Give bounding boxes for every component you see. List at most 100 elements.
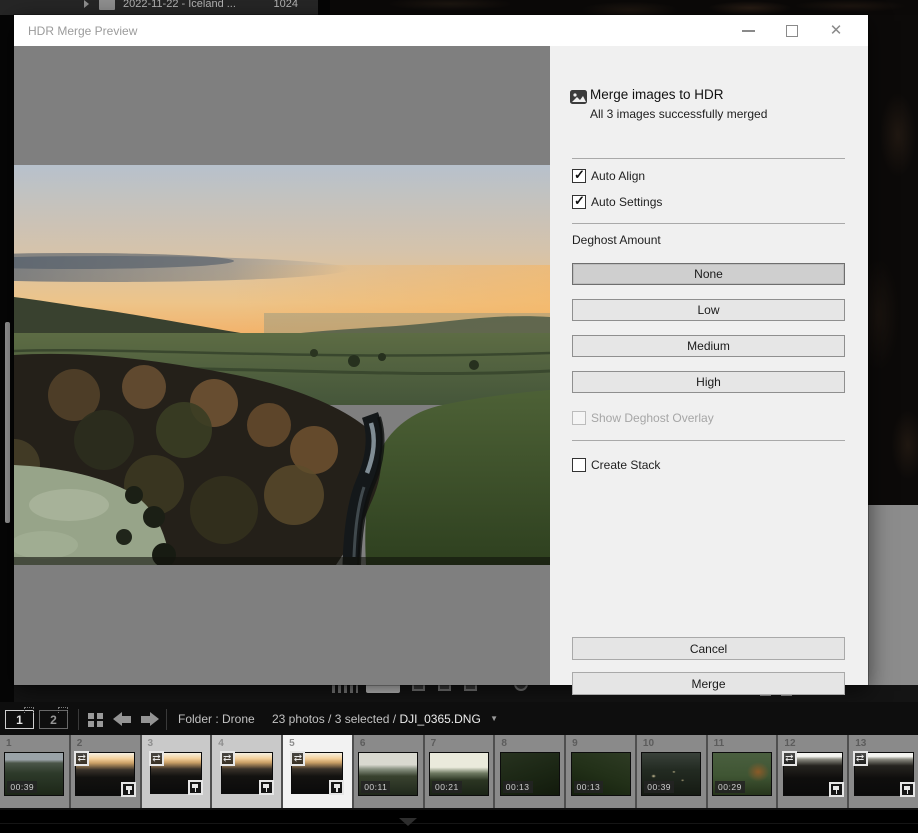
sync-badge-icon: ⇄: [781, 751, 797, 766]
selection-status[interactable]: 23 photos / 3 selected / DJI_0365.DNG ▼: [272, 712, 498, 726]
dialog-title: HDR Merge Preview: [28, 23, 138, 38]
deghost-low-button[interactable]: Low: [572, 299, 845, 321]
video-duration-badge: 00:21: [431, 781, 462, 793]
thumb-index: 7: [430, 738, 437, 749]
cancel-button[interactable]: Cancel: [572, 637, 845, 660]
filmstrip-item-5[interactable]: 5 ⇄: [283, 735, 354, 808]
left-scrollbar[interactable]: [5, 322, 10, 523]
photo-thumbnail[interactable]: ⇄: [852, 751, 915, 797]
filmstrip-item-2[interactable]: 2 ⇄: [70, 735, 142, 808]
close-button[interactable]: ✕: [814, 15, 858, 46]
view-mode-icon[interactable]: [438, 685, 451, 691]
auto-settings-label: Auto Settings: [591, 195, 663, 209]
video-thumbnail[interactable]: 00:39: [4, 752, 65, 796]
sync-badge-icon: ⇄: [290, 751, 306, 766]
video-thumbnail[interactable]: 00:39: [641, 752, 702, 796]
filmstrip-item-11[interactable]: 11 00:29: [707, 735, 779, 808]
collection-badge-icon: [899, 782, 915, 797]
filmstrip-item-4[interactable]: 4 ⇄: [212, 735, 284, 808]
create-stack-option[interactable]: Create Stack: [572, 458, 660, 472]
auto-align-checkbox[interactable]: ✓: [572, 167, 586, 183]
hdr-merge-dialog: HDR Merge Preview ✕ Merge images to HDR …: [14, 15, 868, 695]
go-forward-icon[interactable]: [140, 712, 159, 727]
auto-settings-option[interactable]: ✓ Auto Settings: [572, 193, 663, 209]
hide-filmstrip-icon[interactable]: [399, 818, 417, 826]
hdr-preview-image[interactable]: [14, 165, 550, 565]
video-thumbnail[interactable]: 00:11: [358, 752, 419, 796]
separator: [572, 223, 845, 224]
toolbar-divider: [166, 709, 167, 730]
grid-view-icon[interactable]: [88, 713, 103, 727]
separator: [572, 158, 845, 159]
second-window-button[interactable]: 2: [39, 707, 68, 729]
folder-name[interactable]: 2022-11-22 - Iceland ...: [123, 0, 236, 10]
photo-thumbnail[interactable]: ⇄: [781, 751, 844, 797]
background-photo-right: [868, 15, 918, 505]
filmstrip-toolbar: 1 2 Folder : Drone 23 photos / 3 selecte…: [0, 702, 918, 735]
video-thumbnail[interactable]: 00:29: [712, 752, 773, 796]
check-icon: ✓: [574, 167, 585, 182]
video-duration-badge: 00:39: [644, 781, 675, 793]
photo-thumbnail[interactable]: ⇄: [290, 751, 345, 795]
video-duration-badge: 00:13: [502, 781, 533, 793]
background-right-gray: [868, 505, 918, 702]
thumb-index: 10: [642, 738, 655, 749]
folder-icon: [99, 0, 115, 10]
auto-settings-checkbox[interactable]: ✓: [572, 193, 586, 209]
folder-photo-count: 1024: [273, 0, 298, 10]
main-window-button[interactable]: 1: [5, 707, 34, 729]
filmstrip-item-1[interactable]: 1 00:39: [0, 735, 71, 808]
deghost-high-button[interactable]: High: [572, 371, 845, 393]
video-thumbnail[interactable]: 00:21: [428, 752, 489, 796]
video-thumbnail[interactable]: 00:13: [499, 752, 560, 796]
photo-thumbnail[interactable]: ⇄: [219, 751, 274, 795]
grid-view-button[interactable]: [366, 685, 400, 693]
paint-can-icon[interactable]: [514, 685, 528, 691]
dialog-titlebar[interactable]: HDR Merge Preview ✕: [14, 15, 868, 46]
deghost-none-button[interactable]: None: [572, 263, 845, 285]
chevron-down-icon[interactable]: ▼: [490, 714, 498, 723]
sync-badge-icon: ⇄: [219, 751, 235, 766]
filmstrip-item-12[interactable]: 12 ⇄: [778, 735, 850, 808]
hdr-preview-area: [14, 46, 550, 685]
hdr-options-panel: Merge images to HDR All 3 images success…: [550, 46, 868, 695]
minimize-button[interactable]: [726, 15, 770, 46]
maximize-icon: [786, 24, 798, 37]
create-stack-checkbox[interactable]: [572, 458, 586, 472]
filmstrip-item-6[interactable]: 6 00:11: [353, 735, 425, 808]
video-duration-badge: 00:39: [7, 781, 38, 793]
close-icon: ✕: [829, 22, 843, 39]
filmstrip-item-10[interactable]: 10 00:39: [636, 735, 708, 808]
collection-badge-icon: [258, 780, 274, 795]
deghost-amount-label: Deghost Amount: [572, 233, 661, 247]
collection-badge-icon: [187, 780, 203, 795]
filmstrip-item-9[interactable]: 9 00:13: [566, 735, 637, 808]
panel-divider: [318, 0, 330, 15]
folder-row[interactable]: 2022-11-22 - Iceland ... 1024: [0, 0, 318, 14]
filmstrip-item-13[interactable]: 13 ⇄: [849, 735, 918, 808]
thumb-index: 5: [289, 738, 295, 749]
thumb-index: 4: [218, 738, 224, 749]
disclosure-triangle-icon[interactable]: [84, 0, 89, 8]
sort-icon[interactable]: [332, 685, 358, 693]
view-mode-icon[interactable]: [412, 685, 425, 691]
auto-align-option[interactable]: ✓ Auto Align: [572, 167, 645, 183]
maximize-button[interactable]: [770, 15, 814, 46]
bottom-band: [0, 808, 918, 833]
filmstrip-item-3[interactable]: 3 ⇄: [141, 735, 213, 808]
video-thumbnail[interactable]: 00:13: [570, 752, 631, 796]
filmstrip-item-8[interactable]: 8 00:13: [495, 735, 567, 808]
filmstrip-item-7[interactable]: 7 00:21: [424, 735, 496, 808]
go-back-icon[interactable]: [113, 712, 132, 727]
background-left-strip: [0, 15, 14, 703]
folder-breadcrumb[interactable]: Folder : Drone: [178, 712, 255, 726]
thumb-index: 12: [784, 738, 796, 749]
merge-button[interactable]: Merge: [572, 672, 845, 695]
check-icon: ✓: [574, 193, 585, 208]
deghost-medium-button[interactable]: Medium: [572, 335, 845, 357]
thumb-index: 2: [76, 738, 83, 749]
photo-thumbnail[interactable]: ⇄: [74, 751, 137, 797]
photo-thumbnail[interactable]: ⇄: [148, 751, 203, 795]
view-mode-icon[interactable]: [464, 685, 477, 691]
thumb-index: 1: [6, 738, 12, 749]
